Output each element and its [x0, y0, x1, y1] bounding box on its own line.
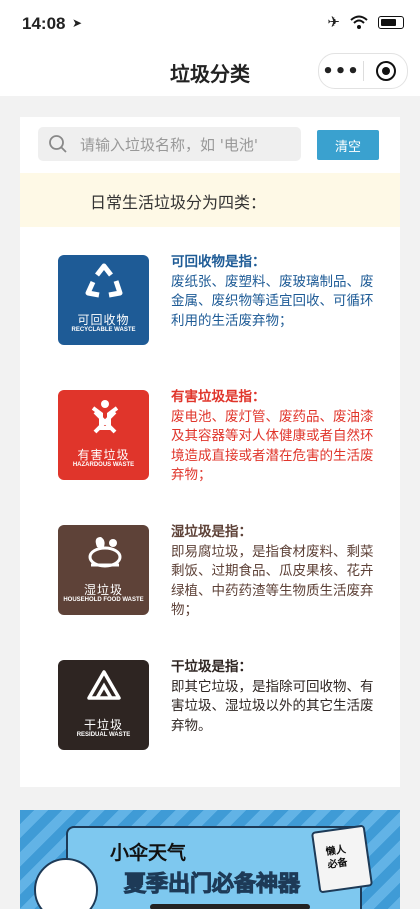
close-button[interactable] — [364, 61, 407, 81]
banner-text: 日常生活垃圾分为四类： — [90, 193, 267, 212]
recyclable-heading: 可回收物是指： — [171, 254, 266, 270]
household-food-card: 湿垃圾 HOUSEHOLD FOOD WASTE — [58, 525, 149, 615]
ad-title: 小伞天气 — [110, 842, 187, 864]
nav-bar: 垃圾分类 ••• — [0, 48, 420, 96]
search-icon — [49, 135, 67, 153]
hazardous-card: 有害垃圾 HAZARDOUS WASTE — [58, 390, 149, 480]
ad-banner[interactable]: 小伞天气 夏季出门必备神器 懒人 必备 — [20, 810, 400, 909]
category-list: 可回收物 RECYCLABLE WASTE 可回收物是指： 废纸张、废塑料、废玻… — [20, 227, 400, 787]
ad-subtitle: 夏季出门必备神器 — [123, 872, 301, 898]
recyclable-name-en: RECYCLABLE WASTE — [71, 327, 136, 333]
list-item-household-food: 湿垃圾 HOUSEHOLD FOOD WASTE 湿垃圾是指： 即易腐垃圾，是指… — [20, 497, 400, 618]
household-food-name: 湿垃圾 — [83, 583, 123, 597]
list-item-recyclable: 可回收物 RECYCLABLE WASTE 可回收物是指： 废纸张、废塑料、废玻… — [20, 227, 400, 345]
ad-note: 懒人 必备 — [310, 824, 374, 894]
residual-icon — [87, 670, 121, 700]
search-box — [38, 127, 301, 163]
list-item-hazardous: 有害垃圾 HAZARDOUS WASTE 有害垃圾是指： 废电池、废灯管、废药品… — [20, 362, 400, 483]
recyclable-text: 废纸张、废塑料、废玻璃制品、废金属、废织物等适宜回收、可循环利用的生活废弃物； — [171, 273, 374, 329]
search-bar: 清空 — [20, 117, 400, 173]
food-waste-icon — [88, 537, 122, 568]
list-item-residual: 干垃圾 RESIDUAL WASTE 干垃圾是指： 即其它垃圾，是指除可回收物、… — [20, 632, 400, 750]
household-food-description: 湿垃圾是指： 即易腐垃圾，是指食材废料、剩菜剩饭、过期食品、瓜皮果核、花卉绿植、… — [171, 523, 381, 621]
recyclable-name: 可回收物 — [77, 313, 130, 327]
recyclable-description: 可回收物是指： 废纸张、废塑料、废玻璃制品、废金属、废织物等适宜回收、可循环利用… — [171, 253, 381, 331]
hazardous-description: 有害垃圾是指： 废电池、废灯管、废药品、废油漆及其容器等对人体健康或者自然环境造… — [171, 388, 381, 486]
hazardous-heading: 有害垃圾是指： — [171, 389, 266, 405]
hazard-icon — [91, 400, 119, 434]
residual-text: 即其它垃圾，是指除可回收物、有害垃圾、湿垃圾以外的其它生活废弃物。 — [171, 678, 374, 734]
residual-name: 干垃圾 — [83, 718, 123, 732]
recycle-icon — [85, 263, 123, 298]
battery-icon — [378, 15, 404, 29]
household-food-heading: 湿垃圾是指： — [171, 524, 252, 540]
residual-name-en: RESIDUAL WASTE — [76, 732, 131, 738]
miniprogram-capsule: ••• — [318, 53, 408, 89]
location-arrow-icon: ➤ — [72, 16, 83, 30]
residual-card: 干垃圾 RESIDUAL WASTE — [58, 660, 149, 750]
status-time: 14:08 — [22, 14, 66, 33]
close-circle-icon — [375, 61, 396, 81]
status-bar: 14:08 ➤ ✈ — [0, 0, 420, 48]
ad-note-text: 懒人 必备 — [325, 844, 349, 871]
more-button[interactable]: ••• — [319, 61, 363, 82]
hazardous-name: 有害垃圾 — [77, 448, 130, 462]
clear-button[interactable]: 清空 — [317, 130, 379, 160]
household-food-name-en: HOUSEHOLD FOOD WASTE — [63, 597, 144, 603]
search-input[interactable] — [78, 127, 297, 163]
status-icons: ✈ — [327, 13, 404, 31]
wifi-icon — [350, 15, 368, 29]
recyclable-card: 可回收物 RECYCLABLE WASTE — [58, 255, 149, 345]
residual-heading: 干垃圾是指： — [171, 659, 252, 675]
hazardous-text: 废电池、废灯管、废药品、废油漆及其容器等对人体健康或者自然环境造成直接或者潜在危… — [171, 408, 374, 484]
hazardous-name-en: HAZARDOUS WASTE — [72, 462, 135, 468]
home-indicator — [150, 904, 310, 909]
info-banner: 日常生活垃圾分为四类： — [20, 173, 400, 227]
airplane-icon: ✈ — [327, 13, 340, 31]
residual-description: 干垃圾是指： 即其它垃圾，是指除可回收物、有害垃圾、湿垃圾以外的其它生活废弃物。 — [171, 658, 381, 736]
household-food-text: 即易腐垃圾，是指食材废料、剩菜剩饭、过期食品、瓜皮果核、花卉绿植、中药药渣等生物… — [171, 543, 374, 619]
